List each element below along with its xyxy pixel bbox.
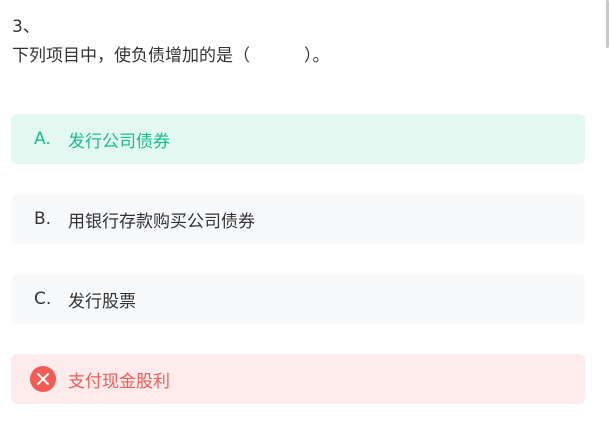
option-d[interactable]: 支付现金股利 xyxy=(11,354,585,404)
quiz-page: 3、 下列项目中，使负债增加的是（ ）。 A. 发行公司债券 B. 用银行存款购… xyxy=(0,0,609,430)
option-text: 发行公司债券 xyxy=(68,131,170,152)
option-letter: C. xyxy=(34,289,52,309)
option-text: 发行股票 xyxy=(68,291,136,312)
option-a[interactable]: A. 发行公司债券 xyxy=(11,114,585,164)
option-letter: A. xyxy=(34,129,51,149)
option-b[interactable]: B. 用银行存款购买公司债券 xyxy=(11,194,585,244)
wrong-x-icon xyxy=(30,366,56,392)
question-number: 3、 xyxy=(12,17,40,37)
option-text: 用银行存款购买公司债券 xyxy=(68,211,255,232)
option-letter: B. xyxy=(34,209,52,229)
option-c[interactable]: C. 发行股票 xyxy=(11,274,585,324)
option-text: 支付现金股利 xyxy=(68,371,170,392)
question-text: 下列项目中，使负债增加的是（ ）。 xyxy=(12,46,330,66)
